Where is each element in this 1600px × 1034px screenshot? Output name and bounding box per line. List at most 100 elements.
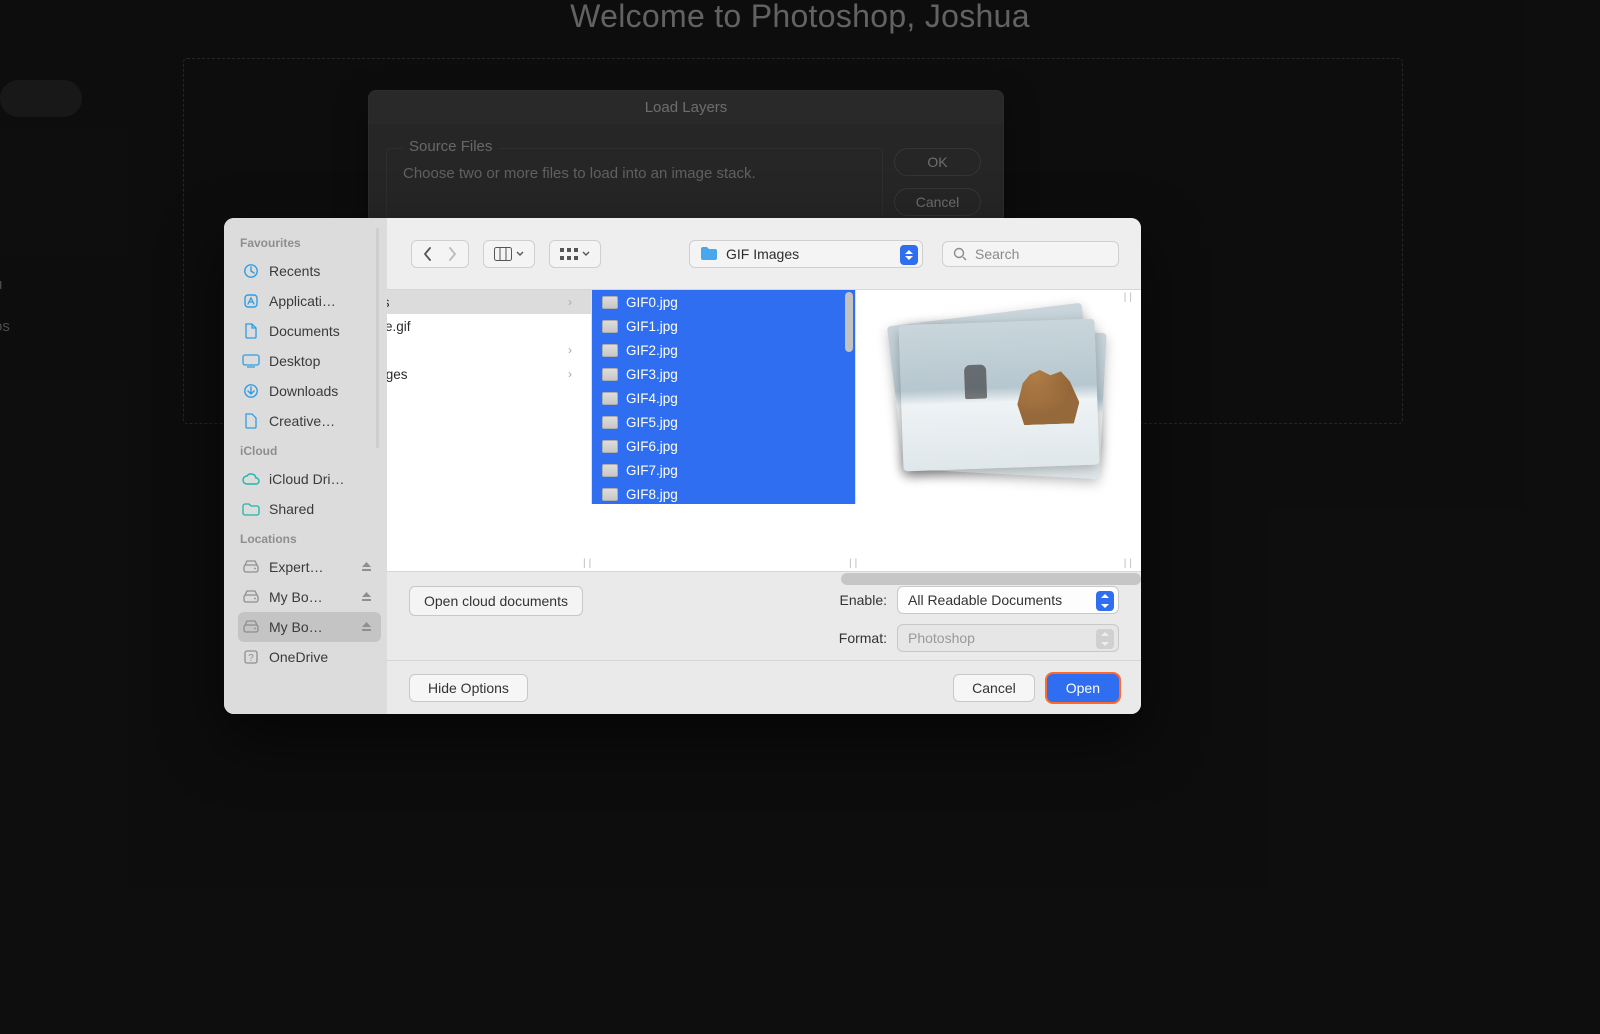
search-field[interactable]: Search [942, 241, 1119, 267]
list-item-label: xample.gif [387, 319, 411, 334]
image-file-icon [602, 320, 618, 333]
sidebar-group-favourites: Favourites [240, 236, 381, 250]
sidebar-item-label: Applicati… [269, 293, 336, 309]
eject-icon[interactable] [361, 589, 373, 605]
column-resize-handle[interactable]: || [1124, 292, 1135, 303]
column-2[interactable]: GIF0.jpg GIF1.jpg GIF2.jpgGIF3.jpg GIF4.jpg… [592, 290, 856, 504]
sidebar-item-label: Documents [269, 323, 340, 339]
list-item[interactable]: GIF7.jpg [592, 458, 855, 482]
sidebar-item-label: Creative… [269, 413, 335, 429]
view-group-button[interactable] [549, 240, 601, 268]
chevron-right-icon: › [568, 367, 572, 381]
nav-back-forward[interactable] [411, 240, 469, 268]
forward-button[interactable] [442, 240, 462, 268]
list-item[interactable]: GIF8.jpg [592, 482, 855, 504]
sidebar-item[interactable]: Shared [238, 494, 381, 524]
list-item[interactable]: al Images› [387, 362, 592, 386]
enable-label: Enable: [840, 592, 887, 608]
image-file-icon [602, 392, 618, 405]
columns-icon [494, 247, 512, 261]
list-item[interactable]: GIF1.jpg [592, 314, 855, 338]
chevron-down-icon [516, 251, 524, 257]
enable-value: All Readable Documents [908, 592, 1062, 608]
hide-options-button[interactable]: Hide Options [409, 674, 528, 702]
sidebar-group-icloud: iCloud [240, 444, 381, 458]
sidebar-item[interactable]: iCloud Dri… [238, 464, 381, 494]
sidebar-item[interactable]: My Bo… [238, 582, 381, 612]
list-item-label: GIF0.jpg [626, 295, 678, 310]
sidebar-item[interactable]: ? OneDrive [238, 642, 381, 672]
grid-icon [560, 248, 578, 260]
list-item[interactable]: GIF2.jpg [592, 338, 855, 362]
view-columns-button[interactable] [483, 240, 535, 268]
path-stepper-icon [900, 245, 918, 265]
path-label: GIF Images [726, 246, 799, 262]
sidebar-group-locations: Locations [240, 532, 381, 546]
sidebar-item[interactable]: Recents [238, 256, 381, 286]
preview-column [856, 290, 1141, 504]
column-1[interactable]: mages›xample.gift›al Images› [387, 290, 592, 504]
svg-text:?: ? [248, 653, 254, 664]
sidebar-item[interactable]: Creative… [238, 406, 381, 436]
sidebar-item-label: OneDrive [269, 649, 328, 665]
list-item[interactable]: GIF0.jpg [592, 290, 855, 314]
image-file-icon [602, 488, 618, 501]
sidebar-item[interactable]: Expert… [238, 552, 381, 582]
back-button[interactable] [418, 240, 438, 268]
column-resize-handle[interactable]: || [1124, 558, 1135, 569]
eject-icon[interactable] [361, 559, 373, 575]
search-placeholder: Search [975, 246, 1019, 262]
image-file-icon [602, 464, 618, 477]
list-item[interactable]: GIF3.jpg [592, 362, 855, 386]
list-item[interactable]: t› [387, 338, 592, 362]
clock-icon [242, 262, 260, 280]
list-item[interactable]: GIF4.jpg [592, 386, 855, 410]
sidebar-item[interactable]: Downloads [238, 376, 381, 406]
image-file-icon [602, 440, 618, 453]
image-file-icon [602, 296, 618, 309]
eject-icon[interactable] [361, 619, 373, 635]
sidebar-item[interactable]: Documents [238, 316, 381, 346]
format-label: Format: [839, 630, 887, 646]
disk-icon [242, 558, 260, 576]
list-item[interactable]: GIF6.jpg [592, 434, 855, 458]
search-icon [953, 247, 967, 261]
enable-select[interactable]: All Readable Documents [897, 586, 1119, 614]
list-item[interactable]: xample.gif [387, 314, 592, 338]
open-button[interactable]: Open [1047, 674, 1119, 702]
sidebar-item-label: Desktop [269, 353, 320, 369]
sidebar-item-label: iCloud Dri… [269, 471, 344, 487]
open-cloud-documents-button[interactable]: Open cloud documents [409, 586, 583, 616]
select-stepper-icon [1096, 629, 1114, 649]
open-panel: Favourites Recents Applicati… Documents Des… [224, 218, 1141, 714]
disk-icon [242, 588, 260, 606]
list-item[interactable]: GIF5.jpg [592, 410, 855, 434]
sidebar-item[interactable]: Applicati… [238, 286, 381, 316]
open-panel-main: GIF Images Search mages›xample.gift›al I… [387, 218, 1141, 714]
horizontal-scrollbar[interactable] [841, 573, 1141, 585]
sidebar-item-label: Shared [269, 501, 314, 517]
column-resize-handle[interactable]: || [849, 558, 860, 569]
download-icon [242, 382, 260, 400]
chevron-down-icon [582, 251, 590, 257]
list-item-label: GIF4.jpg [626, 391, 678, 406]
sidebar-item-label: Recents [269, 263, 320, 279]
sidebar-item-label: Expert… [269, 559, 323, 575]
sidebar-item[interactable]: Desktop [238, 346, 381, 376]
list-item[interactable]: mages› [387, 290, 592, 314]
toolbar: GIF Images Search [387, 218, 1141, 290]
file-browser[interactable]: mages›xample.gift›al Images› GIF0.jpgGIF… [387, 290, 1141, 571]
folder-icon [700, 246, 718, 261]
shared-icon [242, 500, 260, 518]
path-selector[interactable]: GIF Images [689, 240, 923, 268]
list-item-label: mages [387, 295, 390, 310]
open-panel-sidebar[interactable]: Favourites Recents Applicati… Documents Des… [224, 218, 387, 714]
sidebar-item-label: My Bo… [269, 619, 323, 635]
onedrive-icon: ? [242, 648, 260, 666]
select-stepper-icon [1096, 591, 1114, 611]
sidebar-item[interactable]: My Bo… [238, 612, 381, 642]
list-item-label: GIF7.jpg [626, 463, 678, 478]
cancel-button[interactable]: Cancel [953, 674, 1035, 702]
list-item-label: GIF1.jpg [626, 319, 678, 334]
column-resize-handle[interactable]: || [583, 558, 594, 569]
